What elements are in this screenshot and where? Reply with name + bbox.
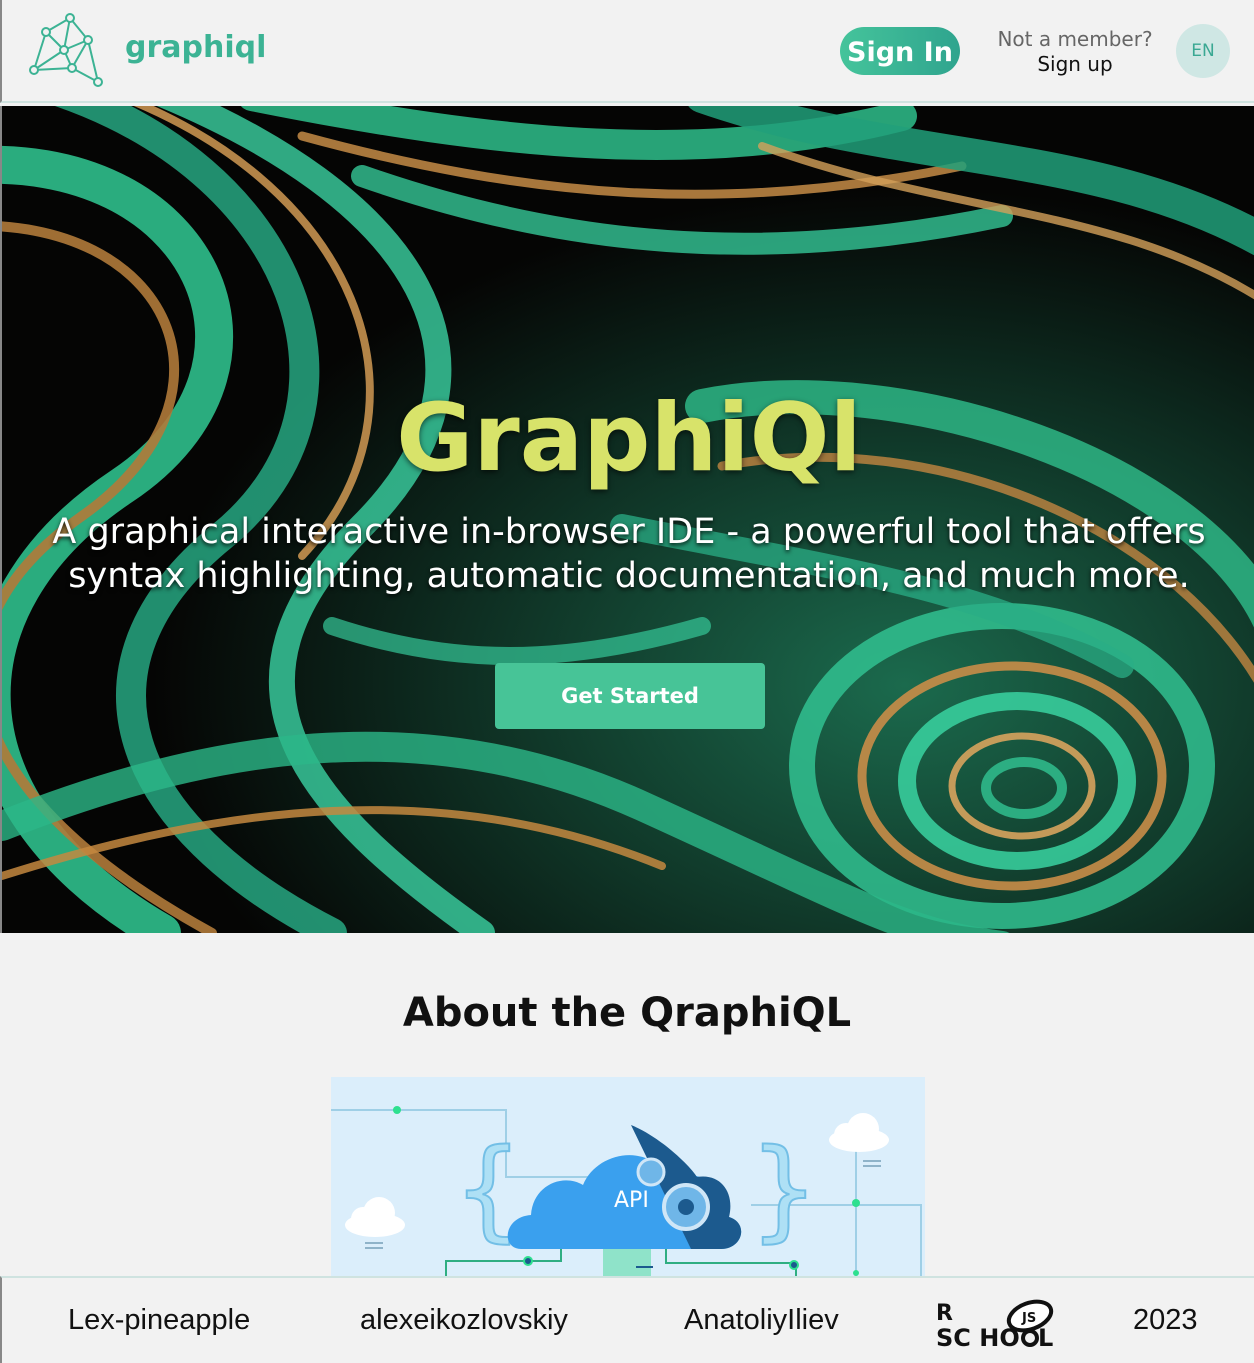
brand-name[interactable]: graphiql — [125, 30, 266, 65]
hero-subtitle-line-2: syntax highlighting, automatic documenta… — [68, 556, 1190, 596]
footer-year: 2023 — [1133, 1304, 1198, 1336]
author-link-alexeikozlovskiy[interactable]: alexeikozlovskiy — [360, 1304, 568, 1337]
not-member-label: Not a member? — [997, 27, 1153, 51]
api-label: API — [614, 1188, 649, 1213]
language-switch-button[interactable]: EN — [1176, 24, 1230, 78]
svg-text:}: } — [749, 1125, 819, 1253]
author-link-anatoliyiliev[interactable]: AnatoliyIliev — [684, 1304, 839, 1337]
header: graphiql Sign In Not a member? Sign up E… — [0, 0, 1254, 103]
author-link-lex-pineapple[interactable]: Lex-pineapple — [68, 1304, 250, 1337]
svg-text:SC HO: SC HO — [936, 1324, 1020, 1350]
hero-title: GraphiQl — [396, 384, 862, 493]
about-title: About the QraphiQL — [402, 990, 852, 1036]
api-illustration: { } API — [331, 1077, 925, 1277]
graph-logo-icon[interactable] — [28, 12, 108, 90]
hero-section: GraphiQl A graphical interactive in-brow… — [0, 106, 1254, 933]
svg-text:R: R — [936, 1301, 953, 1326]
sign-in-button[interactable]: Sign In — [840, 27, 960, 75]
svg-text:L: L — [1038, 1324, 1053, 1350]
sign-up-link[interactable]: Sign up — [987, 52, 1163, 76]
get-started-button[interactable]: Get Started — [495, 663, 765, 729]
hero-subtitle-line-1: A graphical interactive in-browser IDE -… — [52, 512, 1206, 552]
svg-text:JS: JS — [1021, 1311, 1036, 1326]
footer: Lex-pineapple alexeikozlovskiy AnatoliyI… — [0, 1276, 1254, 1363]
rs-school-logo[interactable]: R SC HO L JS — [934, 1298, 1066, 1350]
hero-subtitle: A graphical interactive in-browser IDE -… — [42, 510, 1216, 598]
